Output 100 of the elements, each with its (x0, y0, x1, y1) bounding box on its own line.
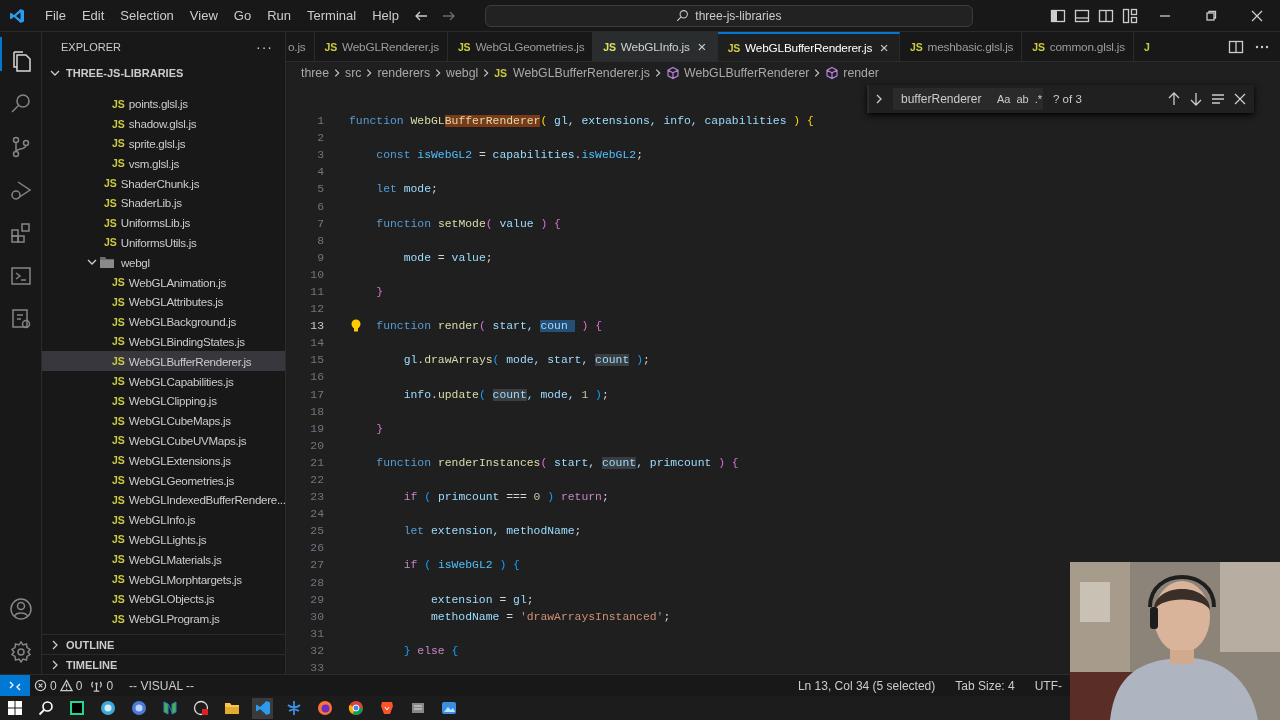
explorer-row[interactable]: JS ShaderChunk.js (42, 173, 285, 193)
breadcrumb-item[interactable]: three (301, 66, 330, 80)
explorer-row[interactable]: JS WebGLBindingStates.js (42, 331, 285, 352)
tab-size-status[interactable]: Tab Size: 4 (951, 678, 1019, 693)
explorer-row[interactable]: JS WebGLAnimation.js (42, 272, 285, 292)
warning-icon (59, 679, 73, 692)
windows-start-icon[interactable] (6, 700, 23, 716)
explorer-row[interactable]: JS WebGLAttributes.js (42, 291, 285, 312)
editor-tab[interactable]: JS WebGLRenderer.js (314, 32, 448, 61)
terminal-icon[interactable] (8, 264, 33, 288)
layout-grid-icon[interactable] (1122, 7, 1138, 24)
explorer-row[interactable]: JS WebGLLights.js (42, 529, 285, 550)
menu-item[interactable]: Terminal (299, 4, 365, 27)
settings-icon[interactable] (8, 640, 33, 664)
maximize-icon[interactable] (1205, 9, 1217, 22)
explorer-row[interactable]: JS shadow.glsl.js (42, 113, 285, 134)
editor-tab[interactable]: JS WebGLInfo.js × (593, 32, 718, 61)
find-input[interactable]: bufferRenderer Aa ab .* (893, 88, 1043, 110)
menu-item[interactable]: Run (259, 4, 299, 27)
explorer-row[interactable]: JS WebGLObjects.js (42, 588, 285, 609)
breadcrumb-item[interactable]: JS WebGLBufferRenderer.js (494, 66, 650, 80)
explorer-row[interactable]: JS WebGLCubeUVMaps.js (42, 430, 285, 451)
explorer-folder-row[interactable]: webgl (42, 252, 285, 273)
line-number: 18 (309, 405, 324, 418)
breadcrumb-item[interactable]: webgl (446, 66, 479, 80)
explorer-row[interactable]: JS points.glsl.js (42, 94, 285, 114)
menu-item[interactable]: Go (225, 4, 260, 27)
browser-icon[interactable] (316, 700, 333, 716)
problems-status[interactable]: 0 0 (30, 678, 87, 693)
workspace-section-header[interactable]: THREE-JS-LIBRARIES (42, 62, 285, 84)
explorer-row[interactable]: JS UniformsUtils.js (42, 232, 285, 253)
find-option-toggle[interactable]: Aa (995, 93, 1012, 105)
menu-item[interactable]: File (37, 4, 74, 27)
explorer-row[interactable]: JS WebGLClipping.js (42, 390, 285, 411)
find-in-selection-icon[interactable] (1210, 91, 1226, 107)
menu-item[interactable]: Help (364, 4, 407, 27)
explorer-row[interactable]: JS WebGLBackground.js (42, 311, 285, 332)
panel-toggle-icon[interactable] (1074, 7, 1090, 24)
app-icon[interactable] (99, 700, 116, 716)
app-icon[interactable] (409, 700, 426, 716)
more-actions-button[interactable]: ··· (256, 39, 273, 55)
folder-icon[interactable] (223, 700, 240, 716)
vim-mode-status: -- VISUAL -- (128, 678, 195, 693)
split-editor-icon[interactable] (1228, 38, 1244, 55)
lightbulb-icon[interactable] (350, 318, 362, 333)
menu-item[interactable]: View (181, 4, 226, 27)
menu-item[interactable]: Selection (112, 4, 182, 27)
explorer-row[interactable]: JS ShaderLib.js (42, 193, 285, 213)
sidebar-toggle-icon[interactable] (1050, 7, 1066, 24)
app-icon[interactable] (68, 700, 85, 716)
panel-section-header[interactable]: OUTLINE (42, 634, 285, 654)
account-icon[interactable] (8, 597, 33, 621)
app-icon[interactable] (130, 700, 147, 716)
explorer-row[interactable]: JS WebGLGeometries.js (42, 470, 285, 490)
breadcrumb-item[interactable]: render (825, 66, 879, 80)
explorer-row[interactable]: JS WebGLMorphtargets.js (42, 569, 285, 589)
explorer-row[interactable]: JS sprite.glsl.js (42, 133, 285, 154)
app-icon[interactable] (161, 700, 178, 716)
close-tab-button[interactable]: × (877, 39, 892, 56)
cursor-position-status[interactable]: Ln 13, Col 34 (5 selected) (793, 678, 940, 693)
remote-button[interactable] (0, 674, 30, 697)
line-number: 27 (309, 559, 324, 572)
editor-tab[interactable]: J (1133, 32, 1154, 61)
shield-icon[interactable] (378, 700, 395, 716)
split-layout-icon[interactable] (1098, 7, 1114, 24)
arrow-up-icon[interactable] (1166, 91, 1182, 107)
explorer-row[interactable]: JS WebGLCapabilities.js (42, 371, 285, 391)
search-icon[interactable] (37, 700, 54, 716)
explorer-row[interactable]: JS WebGLBufferRenderer.js (42, 351, 285, 372)
encoding-status[interactable]: UTF- (1030, 678, 1066, 693)
breadcrumb-item[interactable]: src (345, 66, 362, 80)
editor-tab[interactable]: o.js (286, 32, 315, 61)
js-icon: JS (112, 573, 125, 585)
close-tab-button[interactable]: × (694, 38, 709, 55)
breadcrumb-item[interactable]: renderers (377, 66, 431, 80)
explorer-row[interactable]: JS WebGLProgram.js (42, 608, 285, 629)
explorer-row[interactable]: JS WebGLExtensions.js (42, 450, 285, 471)
extensions-icon[interactable] (8, 221, 33, 245)
find-option-toggle[interactable]: .* (1033, 93, 1043, 105)
app-icon[interactable] (440, 700, 457, 716)
command-center[interactable]: three-js-libraries (484, 4, 973, 27)
menu-item[interactable]: Edit (73, 4, 113, 27)
find-option-toggle[interactable]: ab (1015, 93, 1030, 105)
explorer-row[interactable]: JS UniformsLib.js (42, 212, 285, 233)
explorer-row[interactable]: JS WebGLInfo.js (42, 509, 285, 530)
editor-tab[interactable]: JS meshbasic.glsl.js (900, 32, 1023, 61)
js-icon: JS (112, 355, 125, 368)
close-icon[interactable] (1232, 91, 1248, 107)
run-debug-icon[interactable] (8, 178, 33, 202)
breadcrumb-item[interactable]: WebGLBufferRenderer (666, 66, 810, 80)
close-icon[interactable] (1251, 9, 1263, 22)
explorer-row[interactable]: JS WebGLMaterials.js (42, 549, 285, 570)
explorer-row[interactable]: JS WebGLIndexedBufferRendere... (42, 489, 285, 510)
ports-status[interactable]: 0 (86, 678, 118, 693)
explorer-row[interactable]: JS vsm.glsl.js (42, 153, 285, 174)
browser-icon[interactable] (347, 700, 364, 716)
arrow-down-icon[interactable] (1188, 91, 1204, 107)
editor-tab[interactable]: JS common.glsl.js (1022, 32, 1134, 61)
editor-tab[interactable]: JS WebGLBufferRenderer.js × (717, 32, 901, 61)
explorer-row[interactable]: JS WebGLCubeMaps.js (42, 410, 285, 431)
